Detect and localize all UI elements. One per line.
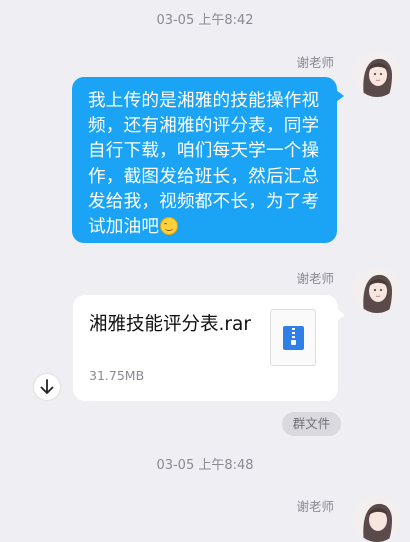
file-size: 31.75MB xyxy=(89,368,145,383)
group-file-tag[interactable]: 群文件 xyxy=(282,412,341,436)
timestamp: 03-05 上午8:42 xyxy=(156,13,254,28)
file-message-card[interactable]: 湘雅技能评分表.rar 31.75MB xyxy=(73,295,345,401)
sender-name: 谢老师 xyxy=(296,499,334,514)
sender-name: 谢老师 xyxy=(296,55,334,70)
smile-emoji-icon xyxy=(160,217,179,236)
sender-name: 谢老师 xyxy=(296,271,334,286)
zip-file-icon xyxy=(270,309,316,366)
file-name: 湘雅技能评分表.rar xyxy=(89,314,251,335)
arrow-down-icon xyxy=(40,379,54,394)
download-button[interactable] xyxy=(34,374,60,400)
timestamp: 03-05 上午8:48 xyxy=(156,458,254,473)
avatar[interactable] xyxy=(354,267,400,313)
message-text: 我上传的是湘雅的技能操作视频，还有湘雅的评分表，同学自行下载，咱们每天学一个操作… xyxy=(88,91,320,238)
message-bubble[interactable]: 我上传的是湘雅的技能操作视频，还有湘雅的评分表，同学自行下载，咱们每天学一个操作… xyxy=(72,77,344,243)
avatar[interactable] xyxy=(354,51,400,97)
avatar[interactable] xyxy=(354,496,400,542)
